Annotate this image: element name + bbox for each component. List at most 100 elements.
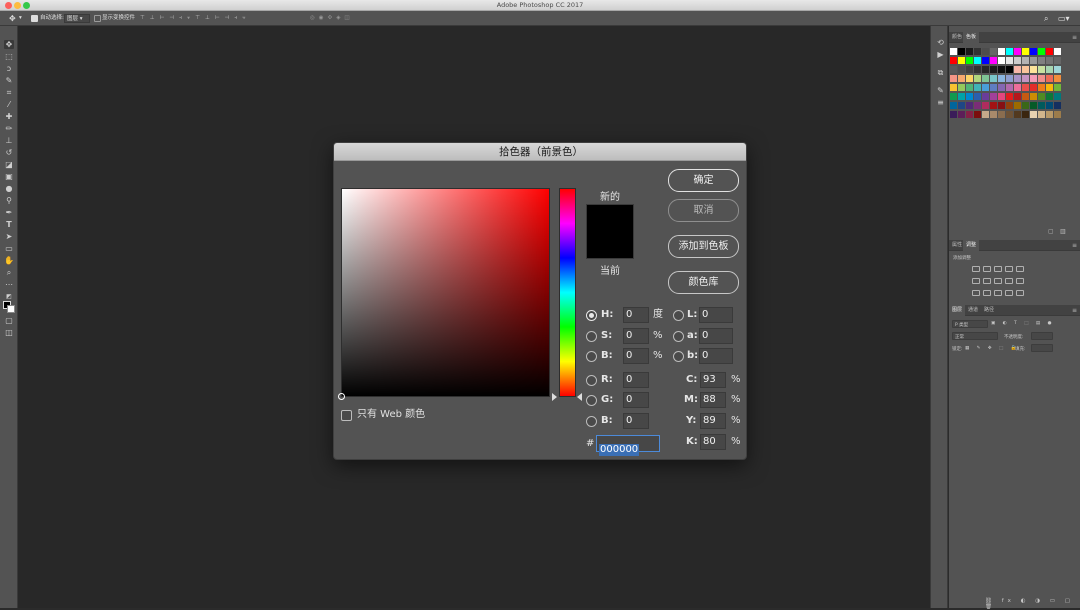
lab-a-field[interactable]: 0 (699, 328, 733, 344)
color-swatch[interactable] (950, 84, 957, 91)
color-swatch[interactable] (1030, 102, 1037, 109)
add-to-swatches-button[interactable]: 添加到色板 (668, 235, 739, 258)
pen-tool-icon[interactable]: ✒ (4, 208, 14, 217)
color-swatch[interactable] (1006, 84, 1013, 91)
history-brush-icon[interactable]: ↺ (4, 148, 14, 157)
color-swatch[interactable] (950, 75, 957, 82)
color-swatch[interactable] (1054, 57, 1061, 64)
hue-radio[interactable] (586, 310, 597, 321)
color-swatch[interactable] (990, 66, 997, 73)
marquee-tool-icon[interactable]: ⬚ (4, 52, 14, 61)
layer-filter-icons[interactable]: ▣ ◐ T ⬚ ▤ ● (991, 321, 1055, 326)
color-swatch[interactable] (966, 111, 973, 118)
opacity-field[interactable] (1031, 332, 1053, 340)
color-swatch[interactable] (958, 48, 965, 55)
3d-mode-icons-group[interactable]: ◎◉✣◈◫ (310, 14, 354, 23)
more-tools-icon[interactable]: ⋯ (4, 280, 14, 289)
color-swatch[interactable] (966, 48, 973, 55)
color-swatch[interactable] (966, 75, 973, 82)
eraser-tool-icon[interactable]: ◪ (4, 160, 14, 169)
color-swatch[interactable] (1054, 102, 1061, 109)
ok-button[interactable]: 确定 (668, 169, 739, 192)
color-swatch[interactable] (1006, 93, 1013, 100)
color-swatch[interactable] (998, 57, 1005, 64)
color-swatch[interactable] (950, 66, 957, 73)
color-swatch[interactable] (990, 84, 997, 91)
panel-menu-icon[interactable]: ≡ (1072, 32, 1077, 43)
color-swatch[interactable] (998, 111, 1005, 118)
color-swatch[interactable] (1038, 57, 1045, 64)
color-swatch[interactable] (1014, 84, 1021, 91)
color-swatch[interactable] (1054, 93, 1061, 100)
color-swatch[interactable] (1006, 57, 1013, 64)
lock-icons[interactable]: ▦ ✎ ✥ ⬚ 🔒 (965, 346, 1019, 351)
type-tool-icon[interactable]: T (4, 220, 14, 229)
color-swatch[interactable] (1014, 66, 1021, 73)
color-swatch[interactable] (950, 102, 957, 109)
gradient-tool-icon[interactable]: ▣ (4, 172, 14, 181)
yellow-field[interactable]: 89 (700, 413, 726, 429)
color-swatch[interactable] (1014, 93, 1021, 100)
brush-settings-icon[interactable]: ✎ (936, 86, 945, 95)
color-swatch[interactable] (950, 111, 957, 118)
color-swatch[interactable] (1014, 48, 1021, 55)
magenta-field[interactable]: 88 (700, 392, 726, 408)
tab-layers[interactable]: 图层 (949, 305, 966, 316)
color-swatch[interactable] (1014, 102, 1021, 109)
tab-paths[interactable]: 路径 (981, 305, 997, 316)
color-swatch[interactable] (982, 102, 989, 109)
color-swatch[interactable] (1038, 66, 1045, 73)
brightness-field[interactable]: 0 (623, 348, 649, 364)
color-swatch[interactable] (1046, 102, 1053, 109)
blue-radio[interactable] (586, 416, 597, 427)
color-swatch[interactable] (958, 111, 965, 118)
color-libraries-button[interactable]: 颜色库 (668, 271, 739, 294)
color-swatch[interactable] (1022, 111, 1029, 118)
color-swatch[interactable] (982, 57, 989, 64)
color-swatch[interactable] (1014, 57, 1021, 64)
green-field[interactable]: 0 (623, 392, 649, 408)
color-swatch[interactable] (966, 66, 973, 73)
color-swatch[interactable] (1054, 111, 1061, 118)
panel-menu-icon[interactable]: ≡ (1072, 305, 1077, 316)
color-swatch[interactable] (1006, 102, 1013, 109)
color-swatch[interactable] (998, 102, 1005, 109)
color-swatch[interactable] (1046, 111, 1053, 118)
bw-adjust-icon[interactable] (994, 278, 1002, 284)
color-swatch[interactable] (998, 93, 1005, 100)
rectangle-tool-icon[interactable]: ▭ (4, 244, 14, 253)
color-swatch[interactable] (1030, 66, 1037, 73)
color-swatch[interactable] (950, 57, 957, 64)
move-tool-icon[interactable]: ✥ (4, 40, 14, 49)
fill-field[interactable] (1031, 344, 1053, 352)
stamp-tool-icon[interactable]: ⊥ (4, 136, 14, 145)
color-swatch[interactable] (1022, 102, 1029, 109)
color-swatch[interactable] (966, 84, 973, 91)
color-swatch[interactable] (974, 102, 981, 109)
color-swatch[interactable] (1030, 84, 1037, 91)
color-swatch[interactable] (990, 102, 997, 109)
path-select-tool-icon[interactable]: ➤ (4, 232, 14, 241)
invert-adjust-icon[interactable] (972, 290, 980, 296)
color-swatch[interactable] (974, 84, 981, 91)
color-swatch[interactable] (1014, 75, 1021, 82)
color-swatch[interactable] (982, 75, 989, 82)
color-swatch[interactable] (982, 111, 989, 118)
color-swatch[interactable] (1022, 48, 1029, 55)
red-radio[interactable] (586, 375, 597, 386)
color-swatch[interactable] (998, 48, 1005, 55)
hue-slider[interactable] (559, 188, 576, 397)
color-swatch[interactable] (1030, 111, 1037, 118)
color-swatch[interactable] (1054, 75, 1061, 82)
move-tool-icon[interactable]: ✥ (9, 14, 16, 23)
color-swatch[interactable] (1046, 75, 1053, 82)
hue-field[interactable]: 0 (623, 307, 649, 323)
color-swatch[interactable] (1046, 84, 1053, 91)
auto-select-checkbox[interactable] (31, 15, 38, 22)
cyan-field[interactable]: 93 (700, 372, 726, 388)
color-swatch[interactable] (990, 111, 997, 118)
search-icon[interactable]: ⌕ (1044, 14, 1048, 23)
tool-preset-dropdown[interactable]: ▾ (19, 14, 22, 23)
hue-slider-handle-left[interactable] (552, 393, 557, 401)
color-swatch[interactable] (1038, 75, 1045, 82)
